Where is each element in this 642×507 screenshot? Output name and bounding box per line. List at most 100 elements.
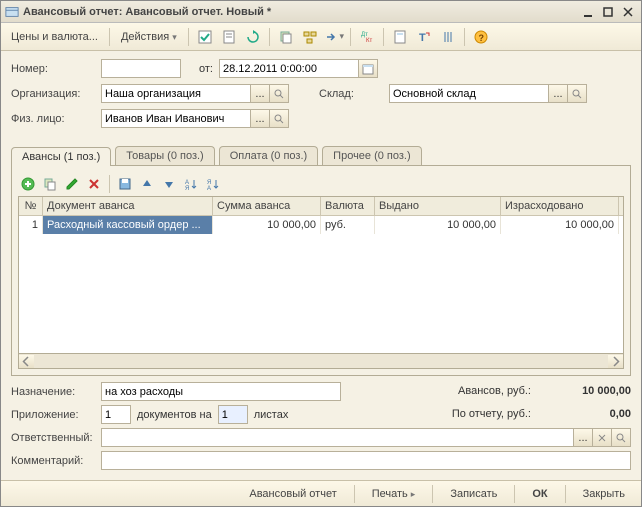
org-open-icon[interactable] bbox=[270, 84, 289, 103]
goto-icon[interactable] bbox=[323, 26, 345, 48]
close-footer-button[interactable]: Закрыть bbox=[575, 486, 633, 502]
warehouse-open-icon[interactable] bbox=[568, 84, 587, 103]
col-doc[interactable]: Документ аванса bbox=[43, 197, 213, 215]
refresh-icon[interactable] bbox=[242, 26, 264, 48]
tabs-area: Авансы (1 поз.) Товары (0 поз.) Оплата (… bbox=[1, 142, 641, 376]
attach-count-value: 1 bbox=[105, 409, 111, 421]
person-input[interactable]: Иванов Иван Иванович bbox=[101, 109, 251, 128]
resp-clear-icon[interactable] bbox=[593, 428, 612, 447]
separator bbox=[464, 28, 465, 46]
sort-asc-icon[interactable]: AЯ bbox=[181, 174, 201, 194]
footer: Авансовый отчет Печать Записать ОК Закры… bbox=[1, 480, 641, 506]
report-icon[interactable] bbox=[389, 26, 411, 48]
cell-doc: Расходный кассовый ордер ... bbox=[43, 216, 213, 234]
cell-cur: руб. bbox=[321, 216, 375, 234]
col-cur[interactable]: Валюта bbox=[321, 197, 375, 215]
post-icon[interactable] bbox=[194, 26, 216, 48]
person-label: Физ. лицо: bbox=[11, 113, 101, 125]
copy-icon[interactable] bbox=[275, 26, 297, 48]
grid-toolbar: AЯ ЯA bbox=[18, 172, 624, 196]
scroll-left-icon[interactable] bbox=[19, 355, 34, 368]
warehouse-input[interactable]: Основной склад bbox=[389, 84, 549, 103]
warehouse-select-icon[interactable]: ... bbox=[549, 84, 568, 103]
copy-row-icon[interactable] bbox=[40, 174, 60, 194]
calendar-icon[interactable] bbox=[359, 59, 378, 78]
svg-text:A: A bbox=[207, 186, 211, 192]
format-icon[interactable]: T bbox=[413, 26, 435, 48]
resp-select-icon[interactable]: ... bbox=[574, 428, 593, 447]
purpose-value: на хоз расходы bbox=[105, 386, 183, 398]
save-button[interactable]: Записать bbox=[442, 486, 505, 502]
tab-avansy[interactable]: Авансы (1 поз.) bbox=[11, 147, 111, 166]
date-value: 28.12.2011 0:00:00 bbox=[223, 63, 317, 75]
help-icon[interactable]: ? bbox=[470, 26, 492, 48]
person-select-icon[interactable]: ... bbox=[251, 109, 270, 128]
date-input[interactable]: 28.12.2011 0:00:00 bbox=[219, 59, 359, 78]
actions-button[interactable]: Действия bbox=[115, 31, 183, 43]
org-input[interactable]: Наша организация bbox=[101, 84, 251, 103]
move-down-icon[interactable] bbox=[159, 174, 179, 194]
dk-icon[interactable]: ДтКт bbox=[356, 26, 378, 48]
actions-label: Действия bbox=[121, 31, 169, 43]
table-row[interactable]: 1 Расходный кассовый ордер ... 10 000,00… bbox=[19, 216, 623, 234]
svg-text:Я: Я bbox=[185, 186, 189, 192]
separator bbox=[565, 485, 566, 503]
tab-oplata[interactable]: Оплата (0 поз.) bbox=[219, 146, 318, 165]
person-open-icon[interactable] bbox=[270, 109, 289, 128]
settings-icon[interactable] bbox=[437, 26, 459, 48]
move-up-icon[interactable] bbox=[137, 174, 157, 194]
comment-label: Комментарий: bbox=[11, 455, 101, 467]
col-sum[interactable]: Сумма аванса bbox=[213, 197, 321, 215]
separator bbox=[188, 28, 189, 46]
print-label: Печать bbox=[372, 488, 408, 500]
attach-count-input[interactable]: 1 bbox=[101, 405, 131, 424]
attach-pages-input[interactable]: 1 bbox=[218, 405, 248, 424]
separator bbox=[514, 485, 515, 503]
comment-input[interactable] bbox=[101, 451, 631, 470]
toolbar: Цены и валюта... Действия ДтКт T ? bbox=[1, 23, 641, 51]
app-icon bbox=[5, 5, 19, 19]
cell-sum: 10 000,00 bbox=[213, 216, 321, 234]
print-button[interactable]: Печать bbox=[364, 486, 424, 502]
tab-prochee[interactable]: Прочее (0 поз.) bbox=[322, 146, 421, 165]
separator bbox=[109, 28, 110, 46]
col-sp[interactable]: Израсходовано bbox=[501, 197, 619, 215]
minimize-button[interactable] bbox=[579, 4, 597, 20]
scroll-right-icon[interactable] bbox=[608, 355, 623, 368]
prices-button[interactable]: Цены и валюта... bbox=[5, 31, 104, 43]
edit-icon[interactable] bbox=[62, 174, 82, 194]
report-value: 0,00 bbox=[551, 408, 631, 420]
structure-icon[interactable] bbox=[299, 26, 321, 48]
resp-input[interactable] bbox=[101, 428, 574, 447]
tab-panel: AЯ ЯA № Документ аванса Сумма аванса Вал… bbox=[11, 165, 631, 376]
org-label: Организация: bbox=[11, 88, 101, 100]
col-n[interactable]: № bbox=[19, 197, 43, 215]
delete-icon[interactable] bbox=[84, 174, 104, 194]
grid[interactable]: № Документ аванса Сумма аванса Валюта Вы… bbox=[18, 196, 624, 354]
totals2: По отчету, руб.:0,00 bbox=[452, 408, 631, 422]
avans-value: 10 000,00 bbox=[551, 385, 631, 397]
cell-sp: 10 000,00 bbox=[501, 216, 619, 234]
number-input[interactable] bbox=[101, 59, 181, 78]
attach-pages-value: 1 bbox=[222, 409, 228, 421]
resp-open-icon[interactable] bbox=[612, 428, 631, 447]
close-button[interactable] bbox=[619, 4, 637, 20]
maximize-button[interactable] bbox=[599, 4, 617, 20]
col-iss[interactable]: Выдано bbox=[375, 197, 501, 215]
scrollbar-horizontal[interactable] bbox=[18, 354, 624, 369]
totals: Авансов, руб.: 10 000,00 bbox=[458, 385, 631, 399]
add-icon[interactable] bbox=[18, 174, 38, 194]
sort-desc-icon[interactable]: ЯA bbox=[203, 174, 223, 194]
avans-label: Авансов, руб.: bbox=[458, 385, 531, 397]
ok-button[interactable]: ОК bbox=[524, 486, 555, 502]
resp-label: Ответственный: bbox=[11, 432, 101, 444]
attach-mid: документов на bbox=[137, 409, 212, 421]
save-icon[interactable] bbox=[115, 174, 135, 194]
document-icon[interactable] bbox=[218, 26, 240, 48]
purpose-input[interactable]: на хоз расходы bbox=[101, 382, 341, 401]
org-select-icon[interactable]: ... bbox=[251, 84, 270, 103]
cell-n: 1 bbox=[19, 216, 43, 234]
person-value: Иванов Иван Иванович bbox=[105, 113, 224, 125]
tab-tovary[interactable]: Товары (0 поз.) bbox=[115, 146, 214, 165]
report-button[interactable]: Авансовый отчет bbox=[241, 486, 344, 502]
